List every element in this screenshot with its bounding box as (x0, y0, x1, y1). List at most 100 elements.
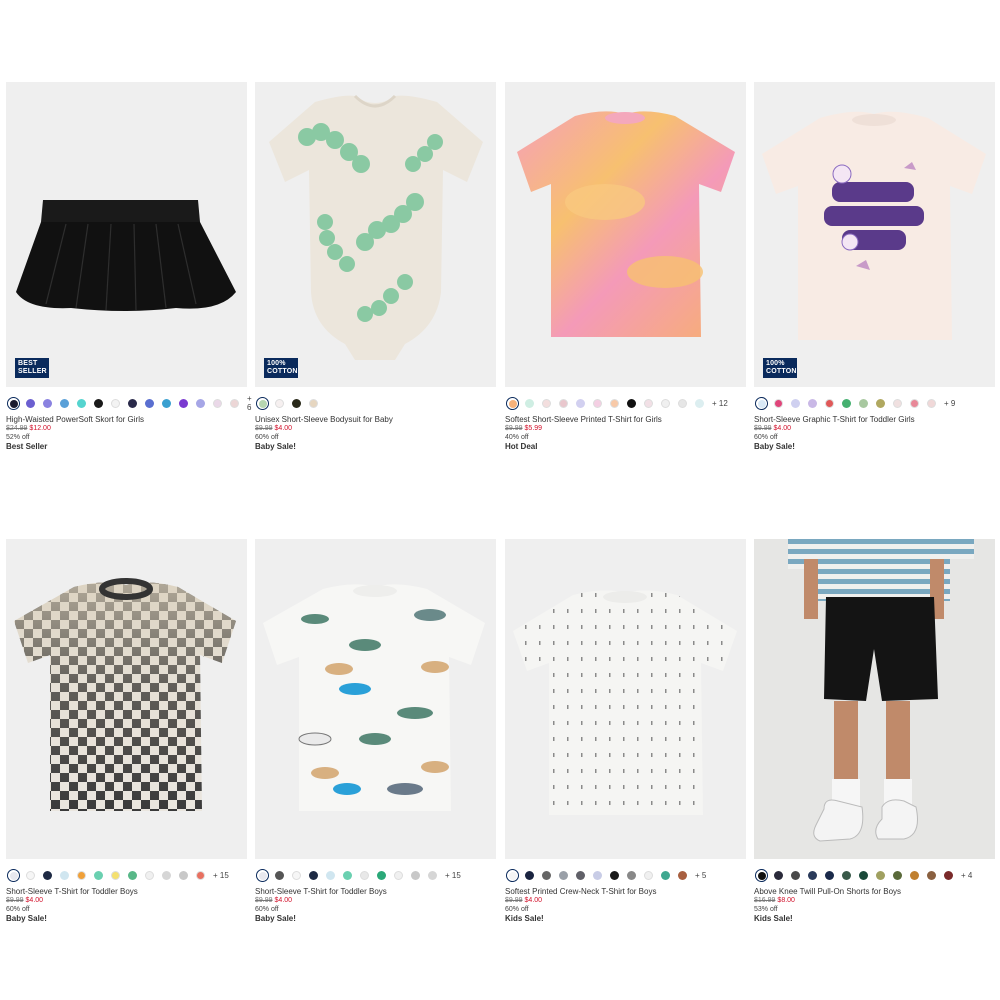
more-colors-link[interactable]: + 12 (712, 399, 728, 408)
color-swatch[interactable] (94, 398, 103, 408)
color-swatch[interactable] (525, 398, 534, 408)
product-name[interactable]: Softest Short-Sleeve Printed T-Shirt for… (505, 415, 746, 424)
product-name[interactable]: Unisex Short-Sleeve Bodysuit for Baby (255, 415, 496, 424)
more-colors-link[interactable]: + 4 (961, 871, 972, 880)
color-swatch[interactable] (825, 870, 834, 880)
color-swatch[interactable] (275, 870, 284, 880)
color-swatch[interactable] (542, 398, 551, 408)
color-swatch[interactable] (808, 398, 817, 408)
color-swatch[interactable] (43, 398, 52, 408)
product-image[interactable]: 100% COTTON (754, 82, 995, 387)
product-name[interactable]: Short-Sleeve T-Shirt for Toddler Boys (6, 887, 247, 896)
product-image[interactable] (255, 539, 496, 859)
color-swatch[interactable] (661, 870, 670, 880)
color-swatch[interactable] (60, 398, 69, 408)
color-swatch[interactable] (893, 398, 902, 408)
product-card[interactable]: 100% COTTON + 9 Short-Sleeve Graphic T-S… (754, 82, 995, 451)
color-swatch[interactable] (77, 870, 86, 880)
color-swatch[interactable] (162, 870, 171, 880)
product-image[interactable] (6, 539, 247, 859)
color-swatch[interactable] (145, 870, 154, 880)
product-image[interactable] (505, 82, 746, 387)
more-colors-link[interactable]: + 15 (445, 871, 461, 880)
color-swatch[interactable] (627, 870, 636, 880)
color-swatch[interactable] (774, 870, 783, 880)
color-swatch[interactable] (26, 398, 35, 408)
product-card[interactable]: + 5 Softest Printed Crew-Neck T-Shirt fo… (505, 539, 746, 923)
color-swatch[interactable] (644, 870, 653, 880)
color-swatch[interactable] (876, 870, 885, 880)
more-colors-link[interactable]: + 15 (213, 871, 229, 880)
color-swatch[interactable] (755, 868, 768, 882)
color-swatch[interactable] (94, 870, 103, 880)
color-swatch[interactable] (428, 870, 437, 880)
color-swatch[interactable] (162, 398, 171, 408)
product-name[interactable]: High-Waisted PowerSoft Skort for Girls (6, 415, 247, 424)
more-colors-link[interactable]: + 9 (944, 399, 955, 408)
color-swatch[interactable] (791, 870, 800, 880)
product-card[interactable]: 100% COTTON Unisex Short-Sleeve Bodysuit… (255, 82, 496, 451)
color-swatch[interactable] (128, 870, 137, 880)
product-name[interactable]: Above Knee Twill Pull-On Shorts for Boys (754, 887, 995, 896)
color-swatch[interactable] (927, 398, 936, 408)
color-swatch[interactable] (26, 870, 35, 880)
color-swatch[interactable] (77, 398, 86, 408)
color-swatch[interactable] (292, 870, 301, 880)
color-swatch[interactable] (542, 870, 551, 880)
color-swatch[interactable] (360, 870, 369, 880)
color-swatch[interactable] (944, 870, 953, 880)
color-swatch[interactable] (593, 398, 602, 408)
color-swatch[interactable] (7, 396, 20, 410)
color-swatch[interactable] (292, 398, 301, 408)
product-name[interactable]: Softest Printed Crew-Neck T-Shirt for Bo… (505, 887, 746, 896)
product-card[interactable]: + 15 Short-Sleeve T-Shirt for Toddler Bo… (255, 539, 496, 923)
color-swatch[interactable] (859, 398, 868, 408)
color-swatch[interactable] (256, 868, 269, 882)
product-image[interactable] (505, 539, 746, 859)
product-name[interactable]: Short-Sleeve Graphic T-Shirt for Toddler… (754, 415, 995, 424)
product-card[interactable]: + 15 Short-Sleeve T-Shirt for Toddler Bo… (6, 539, 247, 923)
product-name[interactable]: Short-Sleeve T-Shirt for Toddler Boys (255, 887, 496, 896)
color-swatch[interactable] (559, 398, 568, 408)
color-swatch[interactable] (678, 870, 687, 880)
color-swatch[interactable] (506, 868, 519, 882)
color-swatch[interactable] (842, 870, 851, 880)
color-swatch[interactable] (411, 870, 420, 880)
color-swatch[interactable] (111, 870, 120, 880)
color-swatch[interactable] (60, 870, 69, 880)
color-swatch[interactable] (196, 398, 205, 408)
color-swatch[interactable] (559, 870, 568, 880)
color-swatch[interactable] (145, 398, 154, 408)
color-swatch[interactable] (610, 398, 619, 408)
color-swatch[interactable] (111, 398, 120, 408)
color-swatch[interactable] (326, 870, 335, 880)
color-swatch[interactable] (593, 870, 602, 880)
color-swatch[interactable] (576, 398, 585, 408)
color-swatch[interactable] (179, 398, 188, 408)
color-swatch[interactable] (644, 398, 653, 408)
color-swatch[interactable] (128, 398, 137, 408)
color-swatch[interactable] (43, 870, 52, 880)
color-swatch[interactable] (506, 396, 519, 410)
color-swatch[interactable] (610, 870, 619, 880)
color-swatch[interactable] (910, 870, 919, 880)
color-swatch[interactable] (377, 870, 386, 880)
color-swatch[interactable] (876, 398, 885, 408)
color-swatch[interactable] (394, 870, 403, 880)
color-swatch[interactable] (230, 398, 239, 408)
color-swatch[interactable] (275, 398, 284, 408)
color-swatch[interactable] (179, 870, 188, 880)
more-colors-link[interactable]: + 5 (695, 871, 706, 880)
color-swatch[interactable] (196, 870, 205, 880)
color-swatch[interactable] (256, 396, 269, 410)
color-swatch[interactable] (755, 396, 768, 410)
more-colors-link[interactable]: + 6 (247, 394, 252, 412)
product-image[interactable]: BEST SELLER (6, 82, 247, 387)
color-swatch[interactable] (309, 398, 318, 408)
product-image[interactable] (754, 539, 995, 859)
color-swatch[interactable] (927, 870, 936, 880)
color-swatch[interactable] (893, 870, 902, 880)
color-swatch[interactable] (627, 398, 636, 408)
color-swatch[interactable] (791, 398, 800, 408)
color-swatch[interactable] (343, 870, 352, 880)
